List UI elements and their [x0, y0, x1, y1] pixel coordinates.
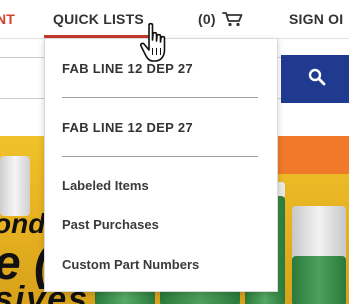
banner-text: ond	[0, 208, 46, 239]
labeled-items-link[interactable]: Labeled Items	[62, 178, 149, 194]
quick-lists-dropdown: FAB LINE 12 DEP 27 FAB LINE 12 DEP 27 La…	[44, 38, 278, 292]
search-button[interactable]	[281, 55, 349, 103]
divider	[62, 97, 258, 98]
cart-count: (0)	[198, 11, 216, 27]
nav-item-partial[interactable]: NT	[0, 10, 15, 28]
product-image	[292, 256, 346, 304]
sign-in-link[interactable]: SIGN OI	[289, 10, 343, 28]
quick-list-item[interactable]: FAB LINE 12 DEP 27	[62, 120, 193, 136]
past-purchases-link[interactable]: Past Purchases	[62, 217, 159, 233]
hand-pointer-icon	[138, 22, 178, 66]
cart-link[interactable]: (0)	[198, 10, 244, 28]
product-image	[0, 156, 30, 216]
divider	[62, 156, 258, 157]
quick-lists-menu[interactable]: QUICK LISTS	[53, 10, 144, 28]
cart-icon	[221, 11, 244, 27]
search-icon	[307, 67, 327, 92]
custom-part-numbers-link[interactable]: Custom Part Numbers	[62, 257, 199, 273]
